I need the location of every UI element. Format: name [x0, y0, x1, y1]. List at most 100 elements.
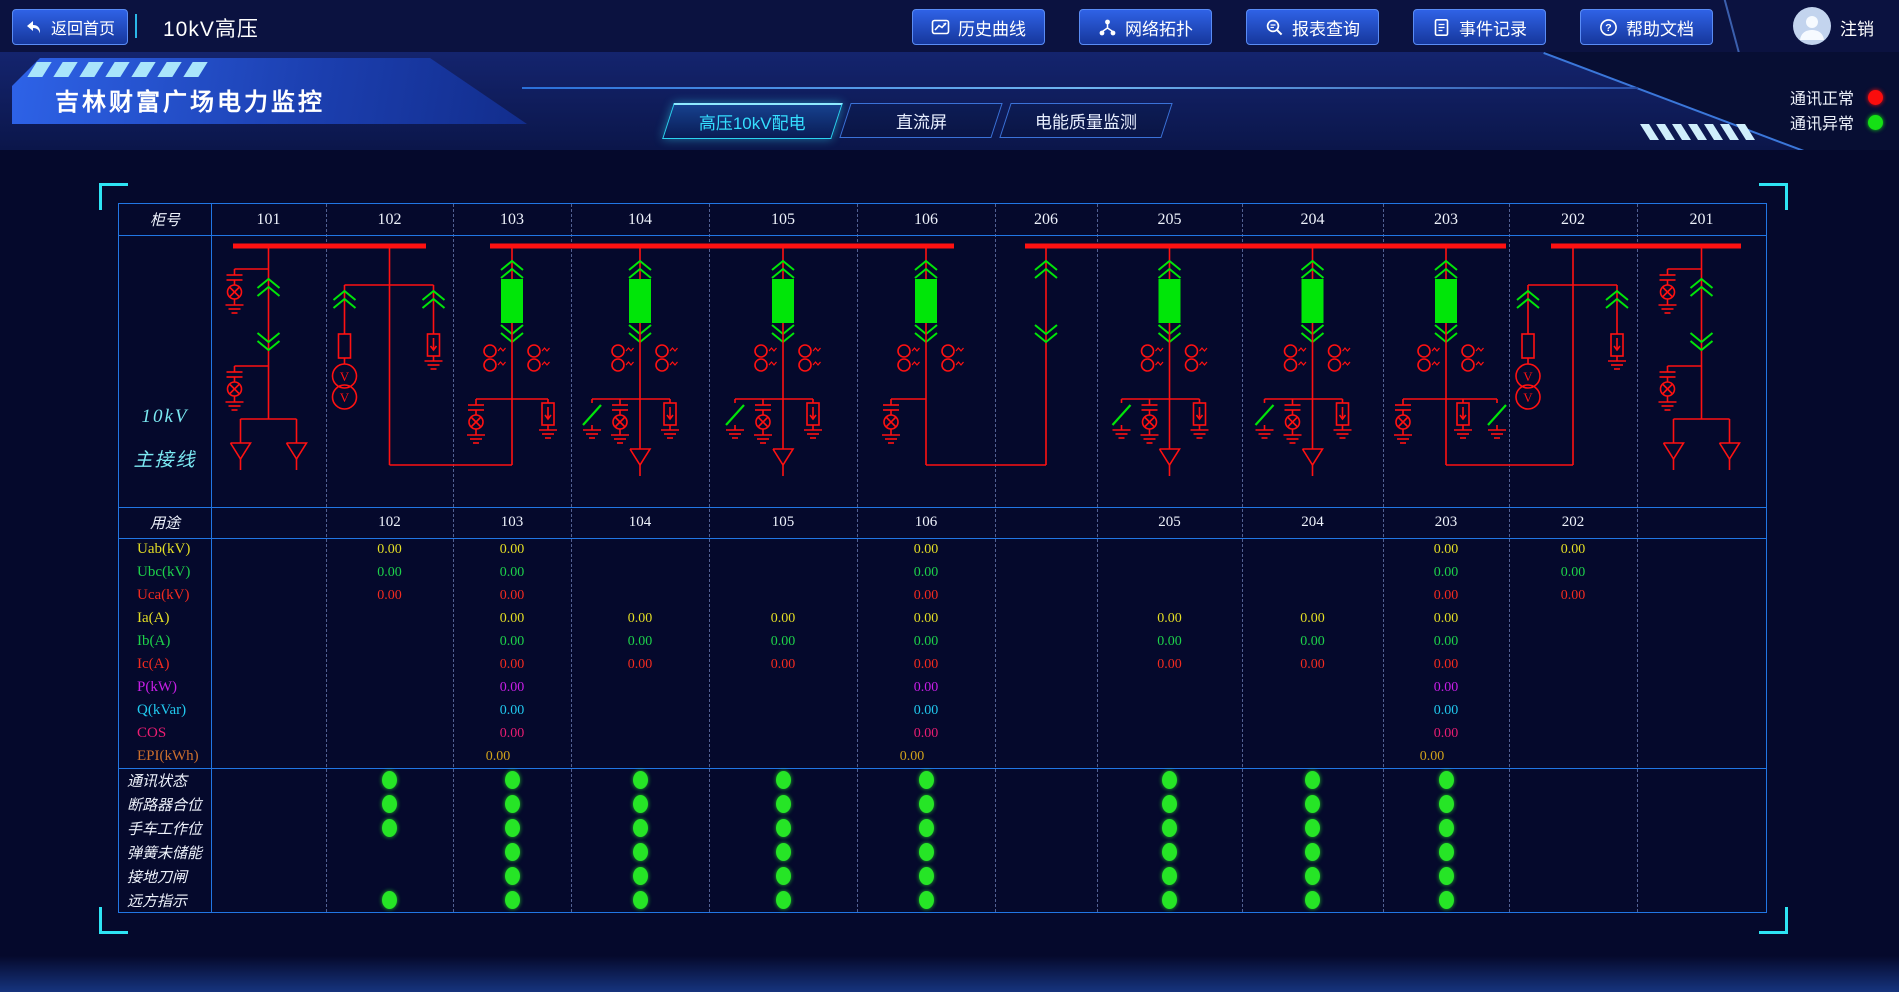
measure-value: 0.00 [1509, 538, 1637, 561]
measure-value: 0.00 [1383, 538, 1509, 561]
tab-电能质量监测[interactable]: 电能质量监测 [999, 103, 1172, 138]
measure-value: 0.00 [857, 538, 995, 561]
measure-value: 0.00 [1509, 561, 1637, 584]
topbar-diagonal-divider [1724, 0, 1741, 55]
measure-value: 0.00 [1369, 745, 1495, 768]
usage-value: 102 [326, 507, 453, 538]
status-indicator [382, 795, 397, 813]
measure-value: 0.00 [857, 630, 995, 653]
measure-value: 0.00 [857, 699, 995, 722]
measure-value: 0.00 [571, 653, 709, 676]
measure-value: 0.00 [1097, 653, 1242, 676]
status-indicator [919, 771, 934, 789]
status-row-label: 弹簧未储能 [119, 840, 219, 864]
measure-value: 0.00 [1242, 607, 1383, 630]
measure-value: 0.00 [857, 653, 995, 676]
历史曲线-button[interactable]: 历史曲线 [912, 9, 1045, 45]
station-title: 吉林财富广场电力监控 [55, 82, 325, 117]
status-row-label: 远方指示 [119, 888, 219, 912]
报表查询-button[interactable]: 报表查询 [1246, 9, 1379, 45]
status-indicator [776, 867, 791, 885]
main-area: 柜号10110210310410510620620520420320220110… [0, 150, 1899, 992]
measure-value: 0.00 [453, 538, 571, 561]
网络拓扑-button[interactable]: 网络拓扑 [1079, 9, 1212, 45]
measure-value: 0.00 [326, 584, 453, 607]
top-bar: 返回首页 10kV高压 历史曲线网络拓扑报表查询事件记录 ?帮助文档 注销 [0, 0, 1899, 52]
事件记录-button[interactable]: 事件记录 [1413, 9, 1546, 45]
row-divider [119, 768, 1766, 769]
measure-value: 0.00 [1383, 699, 1509, 722]
usage-value: 202 [1509, 507, 1637, 538]
status-indicator [776, 891, 791, 909]
status-indicator [505, 891, 520, 909]
status-row-label: 手车工作位 [119, 816, 219, 840]
status-indicator [1162, 843, 1177, 861]
measure-value: 0.00 [1097, 630, 1242, 653]
status-indicator [1305, 819, 1320, 837]
back-home-button[interactable]: 返回首页 [12, 9, 128, 45]
measure-value: 0.00 [1383, 561, 1509, 584]
status-indicator [633, 843, 648, 861]
measure-value: 0.00 [709, 653, 857, 676]
measure-value: 0.00 [1509, 584, 1637, 607]
status-indicator [1305, 795, 1320, 813]
cabinet-header-104: 104 [571, 204, 709, 235]
status-indicator [1162, 867, 1177, 885]
svg-text:V: V [340, 369, 350, 384]
logout-button[interactable]: 注销 [1840, 15, 1874, 40]
measure-row-label: Ic(A) [119, 653, 229, 676]
measure-value: 0.00 [453, 699, 571, 722]
hazard-stripes-right [1645, 124, 1750, 140]
comm-legend-label: 通讯正常 [1790, 85, 1854, 109]
帮助文档-button[interactable]: ?帮助文档 [1580, 9, 1713, 45]
measure-row-label: Ubc(kV) [119, 561, 229, 584]
status-indicator [505, 795, 520, 813]
cabinet-header-206: 206 [995, 204, 1097, 235]
status-indicator [382, 771, 397, 789]
cabinet-header-label: 柜号 [119, 204, 211, 235]
usage-value: 203 [1383, 507, 1509, 538]
measure-value: 0.00 [1097, 607, 1242, 630]
page-title: 10kV高压 [163, 13, 259, 43]
measure-value: 0.00 [857, 607, 995, 630]
measure-value: 0.00 [439, 745, 557, 768]
status-indicator [1439, 819, 1454, 837]
cabinet-header-201: 201 [1637, 204, 1766, 235]
comm-legend-dot [1868, 115, 1883, 130]
status-indicator [633, 867, 648, 885]
measure-value: 0.00 [843, 745, 981, 768]
banner-row: 吉林财富广场电力监控 高压10kV配电直流屏电能质量监测 通讯正常通讯异常 [0, 52, 1899, 150]
tab-高压10kV配电[interactable]: 高压10kV配电 [662, 103, 843, 139]
hazard-stripe [27, 62, 51, 77]
measure-row-label: Uab(kV) [119, 538, 229, 561]
status-indicator [919, 867, 934, 885]
measure-value: 0.00 [453, 722, 571, 745]
cabinet-header-105: 105 [709, 204, 857, 235]
status-indicator [505, 867, 520, 885]
status-indicator [382, 891, 397, 909]
measure-value: 0.00 [453, 653, 571, 676]
hazard-stripe [105, 62, 129, 77]
measure-row-label: Uca(kV) [119, 584, 229, 607]
status-indicator [1305, 867, 1320, 885]
hazard-stripe [53, 62, 77, 77]
power-monitoring-app: 返回首页 10kV高压 历史曲线网络拓扑报表查询事件记录 ?帮助文档 注销 吉林财… [0, 0, 1899, 992]
measure-value: 0.00 [1383, 676, 1509, 699]
status-indicator [1439, 795, 1454, 813]
usage-value: 103 [453, 507, 571, 538]
measure-value: 0.00 [1383, 653, 1509, 676]
cabinet-header-202: 202 [1509, 204, 1637, 235]
switchgear-table: 柜号10110210310410510620620520420320220110… [118, 203, 1767, 913]
tab-直流屏[interactable]: 直流屏 [839, 103, 1002, 138]
cabinet-header-106: 106 [857, 204, 995, 235]
status-indicator [1162, 819, 1177, 837]
back-home-label: 返回首页 [51, 15, 115, 39]
history-curve-icon [931, 18, 950, 37]
measure-value: 0.00 [1242, 653, 1383, 676]
footer-glow [0, 956, 1899, 992]
svg-text:V: V [1523, 369, 1533, 384]
measure-value: 0.00 [857, 584, 995, 607]
status-indicator [633, 819, 648, 837]
status-indicator [505, 819, 520, 837]
user-avatar-icon[interactable] [1793, 7, 1831, 45]
